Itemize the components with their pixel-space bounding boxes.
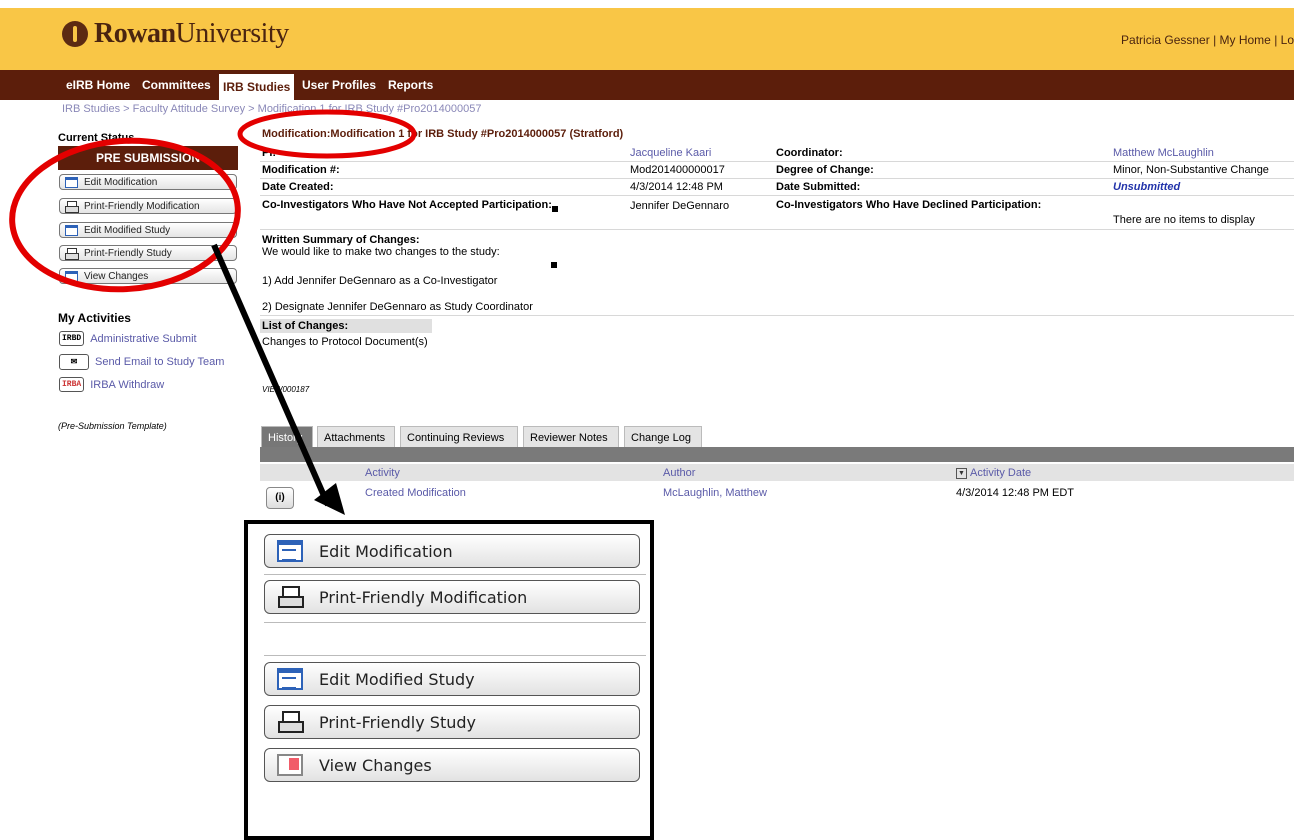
bullet-marker: [552, 206, 558, 212]
irba-tag-icon: IRBA: [59, 377, 85, 392]
degree-of-change-value: Minor, Non-Substantive Change: [1113, 164, 1269, 176]
irba-withdraw-activity[interactable]: IRBA IRBA Withdraw: [59, 377, 164, 392]
zoom-view-changes-button[interactable]: View Changes: [264, 748, 640, 782]
date-submitted-value: Unsubmitted: [1113, 181, 1181, 193]
tab-change-log[interactable]: Change Log: [624, 426, 702, 448]
tab-attachments[interactable]: Attachments: [317, 426, 395, 448]
rowan-logo[interactable]: RowanUniversity: [62, 14, 289, 54]
pi-value[interactable]: Jacqueline Kaari: [630, 147, 711, 159]
zoom-print-friendly-study-button[interactable]: Print-Friendly Study: [264, 705, 640, 739]
sort-down-icon: ▼: [956, 467, 967, 479]
tab-reviewer-notes[interactable]: Reviewer Notes: [523, 426, 619, 448]
document-edit-icon: [277, 540, 303, 562]
printer-icon: [277, 586, 304, 608]
printer-icon: [65, 200, 79, 213]
coinvestigators-not-accepted-value: Jennifer DeGennaro: [630, 200, 730, 212]
zoomed-buttons-panel: Edit Modification Print-Friendly Modific…: [244, 520, 654, 840]
history-detail-icon[interactable]: (i): [266, 487, 294, 509]
printer-icon: [65, 247, 79, 260]
send-email-activity[interactable]: ✉ Send Email to Study Team: [59, 354, 224, 370]
current-status-label: Current Status: [58, 132, 135, 144]
document-edit-icon: [277, 668, 303, 690]
nav-reports[interactable]: Reports: [384, 75, 437, 96]
history-date-cell: 4/3/2014 12:48 PM EDT: [956, 487, 1075, 499]
column-author[interactable]: Author: [663, 467, 695, 479]
tab-history[interactable]: History: [261, 426, 313, 448]
document-edit-icon: [65, 224, 78, 236]
view-changes-icon: [277, 754, 303, 776]
callout-arrow-head: [314, 483, 345, 515]
date-created-label: Date Created:: [262, 181, 334, 193]
template-note: (Pre-Submission Template): [58, 421, 167, 431]
zoom-edit-modification-button[interactable]: Edit Modification: [264, 534, 640, 568]
summary-line-3: 2) Designate Jennifer DeGennaro as Study…: [262, 301, 533, 313]
coordinator-label: Coordinator:: [776, 147, 843, 159]
user-links[interactable]: Patricia Gessner | My Home | Lo: [1121, 33, 1294, 47]
pi-label: PI:: [262, 147, 277, 159]
edit-modified-study-button[interactable]: Edit Modified Study: [59, 222, 237, 238]
modification-number-value: Mod201400000017: [630, 164, 725, 176]
summary-line-1: We would like to make two changes to the…: [262, 246, 500, 258]
date-created-value: 4/3/2014 12:48 PM: [630, 181, 723, 193]
nav-user-profiles[interactable]: User Profiles: [298, 75, 380, 96]
nav-irb-studies[interactable]: IRB Studies: [219, 74, 295, 100]
print-friendly-study-button[interactable]: Print-Friendly Study: [59, 245, 237, 261]
edit-modification-button[interactable]: Edit Modification: [59, 174, 237, 190]
bullet-marker: [551, 262, 557, 268]
status-badge: PRE SUBMISSION: [58, 146, 238, 170]
main-nav: eIRB Home Committees IRB Studies User Pr…: [0, 70, 1294, 100]
coinvestigators-not-accepted-label: Co-Investigators Who Have Not Accepted P…: [262, 199, 552, 211]
page-title: Modification:Modification 1 for IRB Stud…: [262, 128, 624, 140]
administrative-submit-activity[interactable]: IRBD Administrative Submit: [59, 331, 197, 346]
torch-icon: [62, 21, 88, 47]
list-of-changes-label: List of Changes:: [262, 320, 349, 332]
coinvestigators-declined-label: Co-Investigators Who Have Declined Parti…: [776, 199, 1042, 211]
document-edit-icon: [65, 176, 78, 188]
zoom-edit-modified-study-button[interactable]: Edit Modified Study: [264, 662, 640, 696]
my-activities-label: My Activities: [58, 311, 131, 325]
view-changes-icon: [65, 270, 78, 282]
print-friendly-modification-button[interactable]: Print-Friendly Modification: [59, 198, 237, 214]
view-changes-button[interactable]: View Changes: [59, 268, 237, 284]
list-of-changes-value: Changes to Protocol Document(s): [262, 336, 428, 348]
breadcrumb[interactable]: IRB Studies > Faculty Attitude Survey > …: [62, 103, 481, 115]
zoom-print-friendly-modification-button[interactable]: Print-Friendly Modification: [264, 580, 640, 614]
irbd-tag-icon: IRBD: [59, 331, 85, 346]
history-activity-cell[interactable]: Created Modification: [365, 487, 466, 499]
view-id: VIEW000187: [262, 385, 310, 394]
history-table-header: [260, 464, 1294, 481]
column-activity[interactable]: Activity: [365, 467, 400, 479]
tab-continuing-reviews[interactable]: Continuing Reviews: [400, 426, 518, 448]
history-author-cell[interactable]: McLaughlin, Matthew: [663, 487, 767, 499]
coordinator-value[interactable]: Matthew McLaughlin: [1113, 147, 1214, 159]
nav-committees[interactable]: Committees: [138, 75, 215, 96]
summary-of-changes-label: Written Summary of Changes:: [262, 234, 420, 246]
coinvestigators-declined-value: There are no items to display: [1113, 214, 1255, 226]
date-submitted-label: Date Submitted:: [776, 181, 861, 193]
printer-icon: [277, 711, 304, 733]
summary-line-2: 1) Add Jennifer DeGennaro as a Co-Invest…: [262, 275, 498, 287]
envelope-icon: ✉: [59, 354, 89, 370]
column-activity-date[interactable]: ▼ Activity Date: [956, 467, 1031, 479]
modification-number-label: Modification #:: [262, 164, 340, 176]
degree-of-change-label: Degree of Change:: [776, 164, 874, 176]
nav-elrb-home[interactable]: eIRB Home: [62, 75, 134, 96]
